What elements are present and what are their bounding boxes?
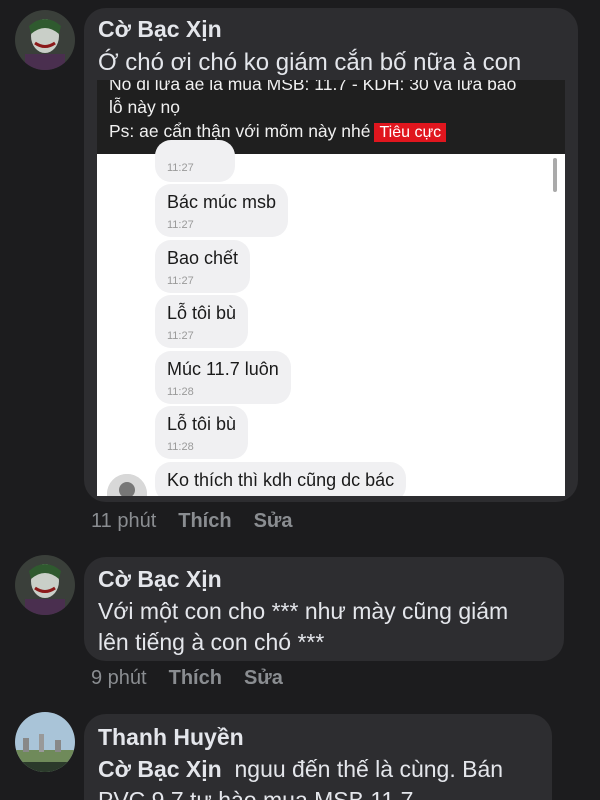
comment-text-line-1: Với một con cho *** như mày cũng giám [98, 598, 509, 624]
chat-message: Lỗ tôi bù 11:28 [155, 406, 249, 459]
message-text: Bao chết [167, 248, 239, 268]
message-text: Lỗ tôi bù [167, 303, 237, 323]
header-line-3-text: Ps: ae cẩn thận với mõm này nhé [109, 121, 371, 141]
scrollbar [553, 158, 557, 192]
message-time: 11:27 [167, 275, 194, 287]
like-button[interactable]: Thích [178, 510, 231, 533]
message-time: 11:27 [167, 219, 194, 231]
message-time: 11:27 [167, 162, 194, 174]
header-line-3: Ps: ae cẩn thận với mõm này nhé Tiêu cực [109, 121, 447, 142]
message-time: 11:27 [167, 330, 194, 342]
comment-actions: 11 phút Thích Sửa [91, 510, 293, 533]
message-text: Múc 11.7 luôn [167, 359, 279, 379]
chat-message: Bao chết 11:27 [155, 240, 251, 293]
comment-text-line-2: lên tiếng à con chó *** [98, 629, 325, 655]
comment-author[interactable]: Cờ Bạc Xịn [98, 16, 222, 43]
chat-message: Lỗ tôi bù 11:27 [155, 295, 249, 348]
header-line-2: lỗ này nọ [109, 97, 181, 117]
message-text: Ko thích thì kdh cũng dc bác [167, 470, 395, 490]
avatar[interactable] [15, 10, 75, 70]
chat-screenshot: 11:27 Bác múc msb 11:27 Bao chết 11:27 L… [97, 140, 565, 496]
comment-text: nguu đến thế là cùng. Bán [234, 756, 504, 782]
chat-message: Ko thích thì kdh cũng dc bác [155, 462, 407, 496]
comment-time: 11 phút [91, 510, 157, 532]
header-line-1: Nó đi lừa ae là mua MSB: 11.7 - KDH: 30 … [109, 80, 517, 94]
mention-tag[interactable]: Cờ Bạc Xịn [98, 756, 222, 782]
comment-1: Cờ Bạc Xịn Ớ chó ơi chó ko giám cắn bố n… [0, 0, 600, 540]
comment-actions: 9 phút Thích Sửa [91, 667, 283, 690]
comment-text-line-2: PVC 9.7 tự hào mua MSB 11.7 [98, 787, 414, 800]
chat-avatar [107, 474, 147, 496]
comment-text-line-1: Cờ Bạc Xịn nguu đến thế là cùng. Bán [98, 754, 503, 785]
avatar[interactable] [15, 712, 75, 772]
message-time: 11:28 [167, 441, 194, 453]
avatar[interactable] [15, 555, 75, 615]
comment-author[interactable]: Thanh Huyền [98, 724, 244, 751]
comment-time: 9 phút [91, 667, 147, 689]
edit-button[interactable]: Sửa [244, 667, 283, 690]
chat-message: Bác múc msb 11:27 [155, 184, 289, 237]
edit-button[interactable]: Sửa [254, 510, 293, 533]
attached-screenshot[interactable]: Nó đi lừa ae là mua MSB: 11.7 - KDH: 30 … [97, 80, 565, 496]
message-text: Lỗ tôi bù [167, 414, 237, 434]
negative-badge: Tiêu cực [374, 123, 447, 142]
message-time: 11:28 [167, 386, 194, 398]
message-text: Bác múc msb [167, 192, 277, 212]
like-button[interactable]: Thích [169, 667, 222, 690]
comment-author[interactable]: Cờ Bạc Xịn [98, 566, 222, 593]
chat-message: 11:27 [155, 140, 235, 182]
comment-text: Ớ chó ơi chó ko giám cắn bố nữa à con [98, 49, 522, 76]
chat-message: Múc 11.7 luôn 11:28 [155, 351, 291, 404]
